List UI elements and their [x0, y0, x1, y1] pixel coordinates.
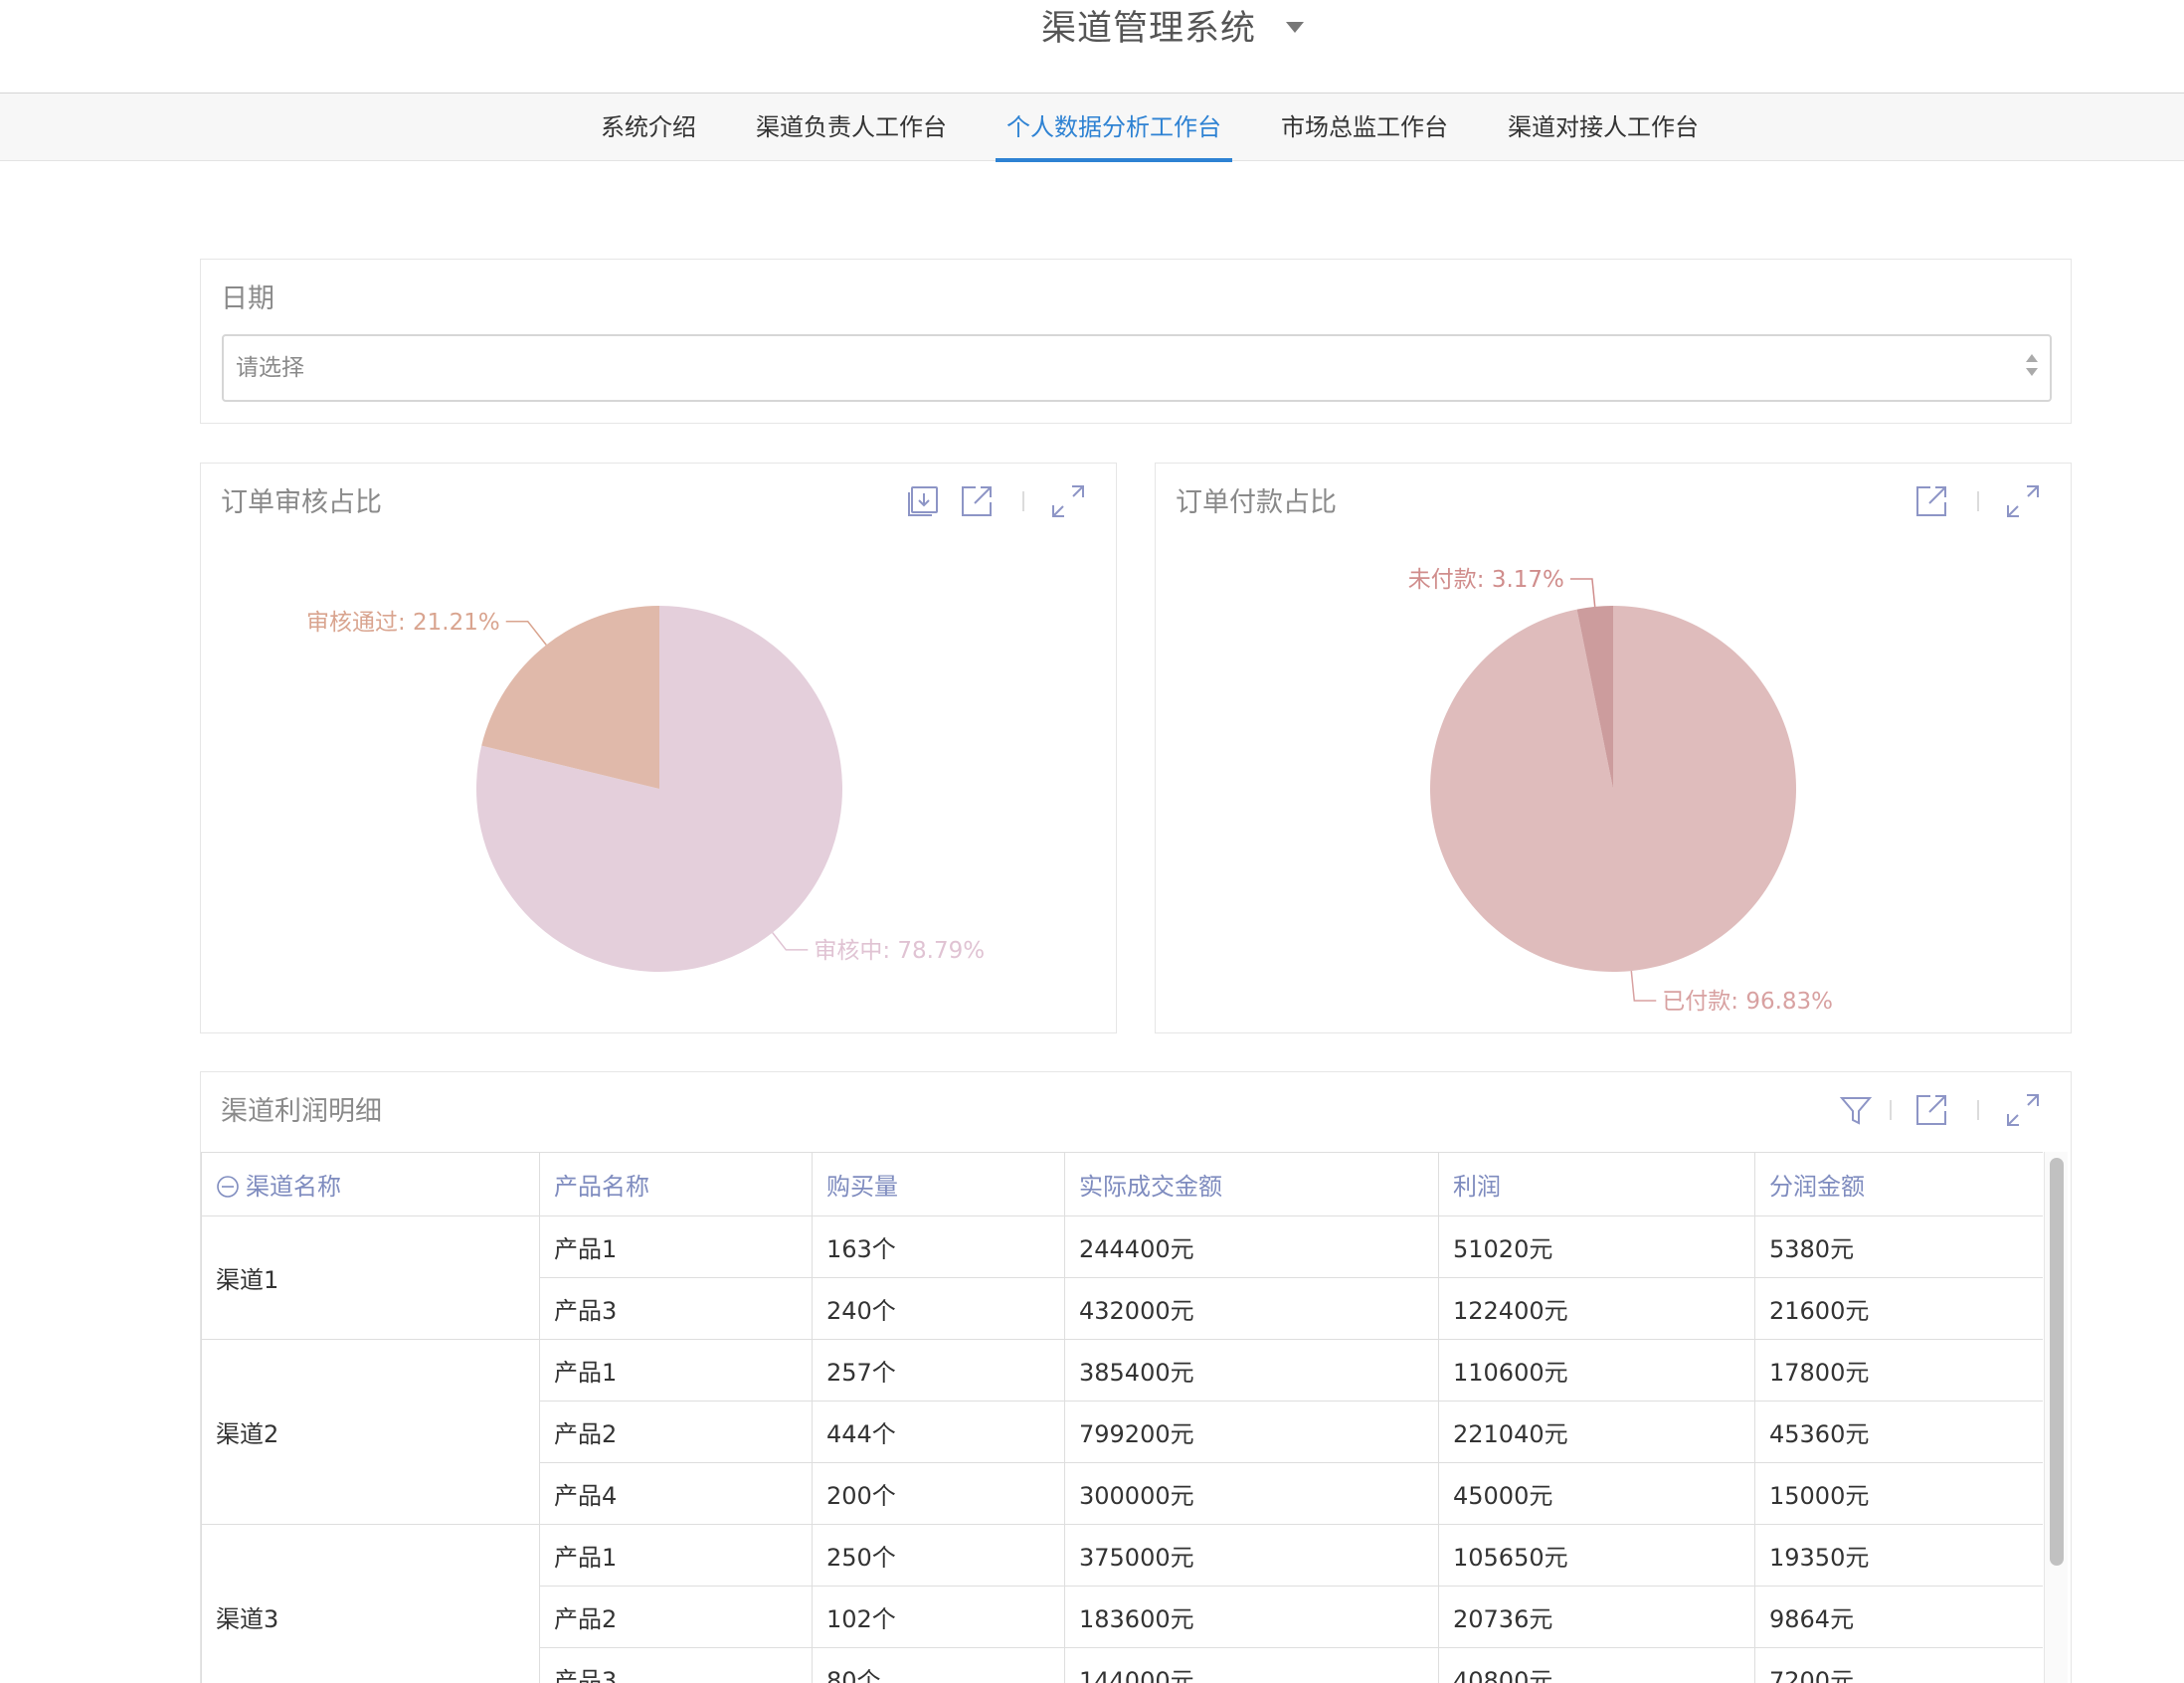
quantity-cell: 163个: [812, 1216, 1065, 1278]
share-cell: 15000元: [1754, 1462, 2043, 1525]
quantity-cell: 257个: [812, 1339, 1065, 1402]
quantity-cell: 80个: [812, 1647, 1065, 1683]
date-select-placeholder: 请选择: [236, 355, 304, 381]
quantity-cell: 250个: [812, 1524, 1065, 1587]
quantity-cell: 240个: [812, 1277, 1065, 1340]
app-title: 渠道管理系统: [1041, 9, 1257, 49]
col-header-channel[interactable]: 渠道名称: [201, 1152, 540, 1216]
channel-profit-panel: 渠道利润明细 渠道名称 产品名称 购买量 实际成交金额 利润 分润金额 渠道1 …: [200, 1071, 2072, 1683]
share-cell: 19350元: [1754, 1524, 2043, 1587]
product-cell: 产品1: [539, 1524, 813, 1587]
amount-cell: 183600元: [1064, 1586, 1439, 1648]
col-header-quantity[interactable]: 购买量: [812, 1152, 1065, 1216]
app-header: 渠道管理系统: [0, 0, 2184, 93]
toolbar-separator: [1890, 1100, 1892, 1120]
tab-marketing-director[interactable]: 市场总监工作台: [1281, 94, 1448, 161]
share-cell: 7200元: [1754, 1647, 2043, 1683]
profit-cell: 40800元: [1438, 1647, 1755, 1683]
product-cell: 产品2: [539, 1586, 813, 1648]
table-row: 渠道3 产品1 250个 375000元 105650元 19350元: [201, 1524, 2043, 1683]
tab-channel-contact[interactable]: 渠道对接人工作台: [1508, 94, 1699, 161]
table-row: 渠道2 产品1 257个 385400元 110600元 17800元: [201, 1339, 2043, 1525]
pie-label-reviewing: 审核中: 78.79%: [814, 938, 985, 964]
caret-down-icon[interactable]: [1286, 22, 1304, 33]
quantity-cell: 444个: [812, 1401, 1065, 1463]
product-cell: 产品2: [539, 1401, 813, 1463]
channel-cell: 渠道3: [201, 1524, 540, 1683]
tab-channel-owner[interactable]: 渠道负责人工作台: [756, 94, 947, 161]
order-review-chart-panel: 订单审核占比 审核通过: 21.21% 审核中: 78.79%: [200, 463, 1117, 1033]
label-line-reviewing: [772, 932, 809, 951]
amount-cell: 244400元: [1064, 1216, 1439, 1278]
amount-cell: 144000元: [1064, 1647, 1439, 1683]
date-filter-label: 日期: [221, 283, 274, 314]
product-cell: 产品3: [539, 1647, 813, 1683]
order-payment-pie: 未付款: 3.17% 已付款: 96.83%: [1408, 567, 1833, 1015]
pie-label-approved: 审核通过: 21.21%: [306, 610, 500, 636]
amount-cell: 375000元: [1064, 1524, 1439, 1587]
product-cell: 产品1: [539, 1339, 813, 1402]
col-header-profit[interactable]: 利润: [1438, 1152, 1755, 1216]
table-scrollbar[interactable]: [2044, 1152, 2068, 1683]
filter-icon[interactable]: [1838, 1092, 1874, 1128]
open-external-icon[interactable]: [1913, 1092, 1949, 1128]
col-header-actual-amount[interactable]: 实际成交金额: [1064, 1152, 1439, 1216]
quantity-cell: 102个: [812, 1586, 1065, 1648]
channel-cell: 渠道2: [201, 1339, 540, 1525]
amount-cell: 300000元: [1064, 1462, 1439, 1525]
tab-personal-analysis[interactable]: 个人数据分析工作台: [996, 94, 1232, 162]
channel-cell: 渠道1: [201, 1216, 540, 1340]
amount-cell: 432000元: [1064, 1277, 1439, 1340]
select-arrows-icon: [2026, 354, 2038, 382]
nav-bar: 系统介绍 渠道负责人工作台 个人数据分析工作台 市场总监工作台 渠道对接人工作台: [0, 93, 2184, 162]
share-cell: 17800元: [1754, 1339, 2043, 1402]
table-header-row: 渠道名称 产品名称 购买量 实际成交金额 利润 分润金额: [201, 1152, 2043, 1216]
product-cell: 产品1: [539, 1216, 813, 1278]
channel-profit-title: 渠道利润明细: [221, 1096, 382, 1127]
col-header-share-amount[interactable]: 分润金额: [1754, 1152, 2043, 1216]
pie-label-paid: 已付款: 96.83%: [1662, 989, 1833, 1015]
table-row: 渠道1 产品1 163个 244400元 51020元 5380元: [201, 1216, 2043, 1340]
tab-system-intro[interactable]: 系统介绍: [601, 94, 696, 161]
order-payment-chart-panel: 订单付款占比 未付款: 3.17% 已付款: 96.83%: [1155, 463, 2072, 1033]
label-line-unpaid: [1569, 578, 1596, 607]
date-select[interactable]: 请选择: [222, 334, 2052, 402]
amount-cell: 385400元: [1064, 1339, 1439, 1402]
amount-cell: 799200元: [1064, 1401, 1439, 1463]
order-review-pie: 审核通过: 21.21% 审核中: 78.79%: [306, 606, 985, 972]
pie-label-unpaid: 未付款: 3.17%: [1408, 567, 1564, 593]
profit-cell: 110600元: [1438, 1339, 1755, 1402]
col-header-product[interactable]: 产品名称: [539, 1152, 813, 1216]
profit-cell: 105650元: [1438, 1524, 1755, 1587]
collapse-all-icon[interactable]: [216, 1175, 240, 1199]
fullscreen-icon[interactable]: [2005, 1092, 2041, 1128]
profit-table-wrap: 渠道名称 产品名称 购买量 实际成交金额 利润 分润金额 渠道1 产品1 163…: [201, 1152, 2043, 1683]
quantity-cell: 200个: [812, 1462, 1065, 1525]
date-filter-panel: 日期 请选择: [200, 259, 2072, 424]
profit-cell: 221040元: [1438, 1401, 1755, 1463]
profit-cell: 51020元: [1438, 1216, 1755, 1278]
share-cell: 9864元: [1754, 1586, 2043, 1648]
toolbar-separator: [1977, 1100, 1979, 1120]
product-cell: 产品3: [539, 1277, 813, 1340]
profit-table: 渠道名称 产品名称 购买量 实际成交金额 利润 分润金额 渠道1 产品1 163…: [201, 1152, 2043, 1683]
share-cell: 5380元: [1754, 1216, 2043, 1278]
label-line-paid: [1630, 971, 1657, 1002]
share-cell: 45360元: [1754, 1401, 2043, 1463]
table-scrollbar-thumb[interactable]: [2050, 1158, 2064, 1566]
share-cell: 21600元: [1754, 1277, 2043, 1340]
label-line-approved: [505, 621, 547, 646]
profit-cell: 45000元: [1438, 1462, 1755, 1525]
product-cell: 产品4: [539, 1462, 813, 1525]
profit-cell: 122400元: [1438, 1277, 1755, 1340]
profit-cell: 20736元: [1438, 1586, 1755, 1648]
